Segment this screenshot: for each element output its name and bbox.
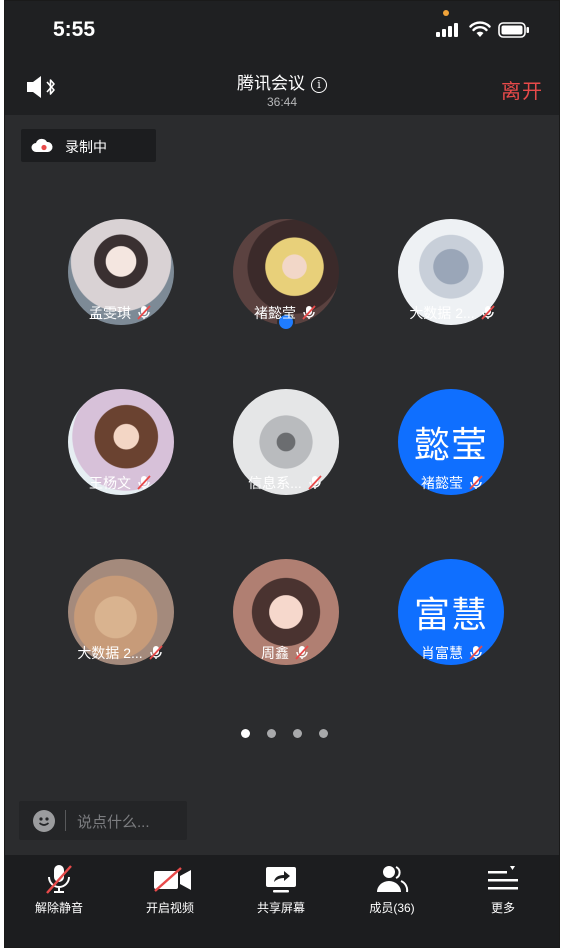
bottom-toolbar: 解除静音 开启视频 共享屏幕 成员(36) 更多 [5,855,559,947]
participant-name-row: 王杨文 [40,473,200,493]
meeting-screen: 5:55 腾讯会议 i 36:44 离开 录制中 孟雯琪 褚懿莹 大数据 2..… [4,0,560,948]
participant-name-row: 大数据 2... [40,643,200,663]
participant-tile[interactable]: 懿莹 褚懿莹 [372,389,512,519]
page-dot[interactable] [293,729,302,738]
share-screen-label: 共享屏幕 [256,901,305,915]
mic-muted-icon [481,305,495,320]
participant-name-row: 大数据 2... [372,303,532,323]
members-icon [377,866,409,893]
participant-name: 周鑫 [261,645,289,661]
cellular-signal-icon [436,23,458,37]
mic-muted-icon [295,645,309,660]
chat-placeholder: 说点什么... [77,814,150,831]
mic-muted-icon [469,475,483,490]
participant-name-row: 褚懿莹 [205,303,365,323]
more-label: 更多 [490,901,515,915]
chat-input[interactable]: 说点什么... [19,801,187,840]
status-bar: 5:55 [5,1,559,57]
participant-name: 褚懿莹 [421,475,463,491]
page-dot[interactable] [319,729,328,738]
unmute-label: 解除静音 [34,901,83,915]
participant-tile[interactable]: 大数据 2... [42,559,182,689]
participant-tile[interactable]: 大数据 2... [372,219,512,349]
start-video-label: 开启视频 [145,901,194,915]
video-off-icon [154,867,191,892]
participant-name-row: 信息系... [205,473,365,493]
meeting-title: 腾讯会议 [237,74,305,93]
participant-name: 褚懿莹 [254,305,296,321]
members-label: 成员(36) [369,901,415,915]
participant-name-row: 肖富慧 [372,643,532,663]
mic-muted-icon [469,645,483,660]
recording-label: 录制中 [65,139,107,155]
participant-tile[interactable]: 孟雯琪 [42,219,182,349]
page-indicator[interactable] [241,729,331,739]
wifi-icon [469,21,491,37]
participant-name-row: 孟雯琪 [40,303,200,323]
members-button[interactable]: 成员(36) [342,855,442,947]
leave-button[interactable]: 离开 [501,75,543,104]
participant-name: 大数据 2... [409,305,475,321]
more-menu-icon [488,866,518,890]
participant-tile[interactable]: 富慧 肖富慧 [372,559,512,689]
info-icon[interactable]: i [311,77,327,93]
privacy-indicator-dot [443,10,449,16]
cloud-record-icon [31,138,53,152]
unmute-button[interactable]: 解除静音 [9,855,109,947]
status-time: 5:55 [53,18,96,41]
page-dot-active[interactable] [241,729,250,738]
chat-divider [65,810,66,831]
start-video-button[interactable]: 开启视频 [120,855,220,947]
participant-name-row: 褚懿莹 [372,473,532,493]
share-screen-icon [266,867,296,893]
meeting-header: 腾讯会议 i 36:44 离开 [5,57,559,115]
meeting-timer: 36:44 [266,95,298,109]
participant-name: 大数据 2... [77,645,143,661]
page-dot[interactable] [267,729,276,738]
participant-name: 信息系... [248,475,302,491]
participant-name-row: 周鑫 [205,643,365,663]
participant-name: 孟雯琪 [89,305,131,321]
participant-name: 王杨文 [89,475,131,491]
participant-tile[interactable]: 王杨文 [42,389,182,519]
mic-muted-icon [46,865,72,894]
participant-tile[interactable]: 信息系... [207,389,347,519]
participant-tile[interactable]: 褚懿莹 [207,219,347,349]
emoji-icon[interactable] [33,810,55,832]
mic-muted-icon [149,645,163,660]
more-button[interactable]: 更多 [453,855,553,947]
meeting-title-row[interactable]: 腾讯会议 i [5,69,559,94]
mic-muted-icon [302,305,316,320]
recording-badge[interactable]: 录制中 [21,129,156,162]
mic-muted-icon [308,475,322,490]
mic-muted-icon [137,475,151,490]
participant-tile[interactable]: 周鑫 [207,559,347,689]
share-screen-button[interactable]: 共享屏幕 [231,855,331,947]
battery-icon [498,22,529,38]
mic-muted-icon [137,305,151,320]
participant-name: 肖富慧 [421,645,463,661]
